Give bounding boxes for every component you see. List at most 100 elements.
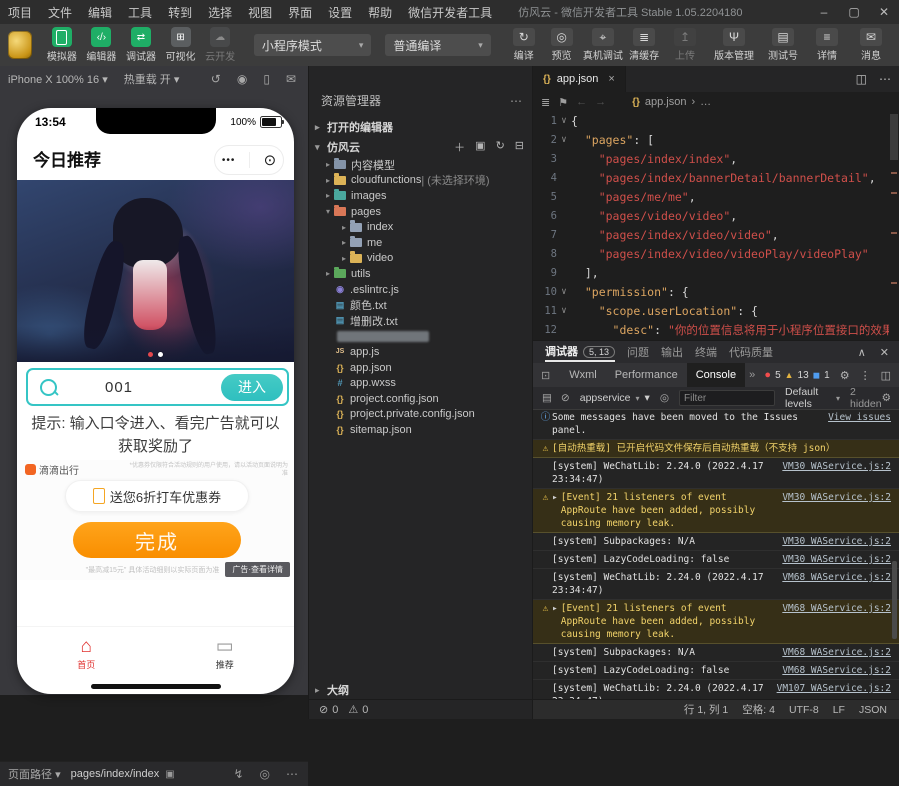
refresh-icon[interactable]: ↻ [496, 139, 505, 155]
language-mode[interactable]: JSON [859, 704, 887, 716]
wechat-capsule[interactable]: ••• ⊙ [214, 145, 284, 175]
remote-debug-button[interactable]: ⌖ 真机调试 [580, 28, 625, 62]
menu-project[interactable]: 项目 [0, 4, 40, 21]
context-dropdown[interactable]: appservice▾▾ [580, 392, 650, 404]
sidebar-toggle-icon[interactable]: ▤ [542, 392, 552, 404]
expand-icon[interactable]: ▸ [552, 602, 558, 615]
source-link[interactable]: VM68 WAService.js:2 [782, 571, 891, 584]
tree-item-project.private.config.json[interactable]: {}project.private.config.json [309, 407, 532, 423]
console-row[interactable]: ⚠[自动热重载] 已开启代码文件保存后自动热重载（不支持 json） [533, 440, 899, 458]
tab-output[interactable]: 输出 [661, 344, 683, 360]
fold-icon[interactable]: ∨ [557, 283, 571, 302]
nav-back-icon[interactable]: ← [576, 96, 587, 108]
tree-item-video[interactable]: ▸video [309, 251, 532, 267]
console-row[interactable]: [system] WeChatLib: 2.24.0 (2022.4.17 23… [533, 569, 899, 600]
minimize-button[interactable]: – [809, 5, 839, 19]
fold-icon[interactable]: ∨ [557, 112, 571, 131]
close-panel-icon[interactable]: ✕ [880, 346, 889, 359]
code-input-value[interactable]: 001 [105, 379, 133, 396]
tree-arrow-icon[interactable]: ▸ [323, 269, 333, 278]
source-link[interactable]: VM30 WAService.js:2 [782, 553, 891, 566]
source-link[interactable]: VM30 WAService.js:2 [782, 535, 891, 548]
console-row[interactable]: [system] Subpackages: N/AVM30 WAService.… [533, 533, 899, 551]
tab-terminal[interactable]: 终端 [695, 344, 717, 360]
simulator-toggle-button[interactable]: 模拟器 [42, 27, 82, 63]
compile-button[interactable]: ↻ 编译 [505, 28, 543, 62]
tree-item-me[interactable]: ▸me [309, 235, 532, 251]
outline-section[interactable]: ▸ 大纲 [309, 681, 532, 699]
tab-code-quality[interactable]: 代码质量 [729, 344, 773, 360]
code-line[interactable]: 8 "pages/index/video/videoPlay/videoPlay… [533, 245, 889, 264]
console-row[interactable]: ⚠▸[Event] 21 listeners of event AppRoute… [533, 489, 899, 533]
fold-icon[interactable]: ∨ [557, 131, 571, 150]
code-line[interactable]: 12 "desc": "你的位置信息将用于小程序位置接口的效果展示" [533, 321, 889, 340]
preview-button[interactable]: ◎ 预览 [543, 28, 581, 62]
coupon-pill[interactable]: 送您6折打车优惠券 [65, 480, 249, 512]
tree-item-index[interactable]: ▸index [309, 219, 532, 235]
tab-home[interactable]: ⌂ 首页 [17, 627, 156, 681]
code-line[interactable]: 10∨ "permission": { [533, 283, 889, 302]
tree-item-app.json[interactable]: {}app.json [309, 360, 532, 376]
device-dropdown[interactable]: iPhone X 100% 16 ▾ [8, 73, 108, 86]
tab-console[interactable]: Console [687, 363, 745, 387]
code-line[interactable]: 11∨ "scope.userLocation": { [533, 302, 889, 321]
source-link[interactable]: VM30 WAService.js:2 [782, 460, 891, 473]
tree-item-images[interactable]: ▸images [309, 188, 532, 204]
code-line[interactable]: 6 "pages/video/video", [533, 207, 889, 226]
filter-input[interactable] [679, 390, 775, 406]
code-line[interactable]: 3 "pages/index/index", [533, 150, 889, 169]
new-file-icon[interactable]: ＋ [454, 139, 465, 155]
tab-wxml[interactable]: Wxml [560, 363, 606, 387]
tree-item-redacted[interactable] [309, 329, 532, 345]
code-line[interactable]: 5 "pages/me/me", [533, 188, 889, 207]
menu-edit[interactable]: 编辑 [80, 4, 120, 21]
problems-status[interactable]: ⊘ 0 ⚠ 0 [309, 699, 532, 719]
console-row[interactable]: [system] LazyCodeLoading: falseVM68 WASe… [533, 662, 899, 680]
debugger-toggle-button[interactable]: ⇄ 调试器 [121, 27, 161, 63]
nav-forward-icon[interactable]: → [595, 96, 606, 108]
version-manage-button[interactable]: Ψ 版本管理 [707, 28, 761, 62]
messages-button[interactable]: ✉ 消息 [849, 28, 893, 62]
device-frame-icon[interactable]: ▯ [263, 72, 270, 86]
encoding[interactable]: UTF-8 [789, 704, 819, 716]
close-target-icon[interactable]: ⊙ [264, 151, 277, 169]
code-line[interactable]: 9 ], [533, 264, 889, 283]
kebab-menu-icon[interactable]: ⋮ [860, 369, 871, 382]
source-link[interactable]: VM107 WAService.js:2 [777, 682, 891, 695]
menu-help[interactable]: 帮助 [360, 4, 400, 21]
tree-item-app.wxss[interactable]: #app.wxss [309, 375, 532, 391]
console-row[interactable]: [system] LazyCodeLoading: falseVM30 WASe… [533, 551, 899, 569]
tree-arrow-icon[interactable]: ▸ [323, 160, 333, 169]
code-line[interactable]: 2∨ "pages": [ [533, 131, 889, 150]
editor-toggle-button[interactable]: ‹/› 编辑器 [82, 27, 122, 63]
rotate-icon[interactable]: ↺ [211, 72, 221, 86]
menu-settings[interactable]: 设置 [320, 4, 360, 21]
tree-arrow-icon[interactable]: ▸ [339, 223, 349, 232]
tree-arrow-icon[interactable]: ▸ [339, 238, 349, 247]
tree-item-sitemap.json[interactable]: {}sitemap.json [309, 422, 532, 438]
source-link[interactable]: View issues [828, 411, 891, 424]
visualization-button[interactable]: ⊞ 可视化 [161, 27, 201, 63]
mode-dropdown[interactable]: 小程序模式 ▾ [254, 34, 371, 56]
tree-item-app.js[interactable]: JSapp.js [309, 344, 532, 360]
page-path-dropdown[interactable]: 页面路径 ▾ [8, 766, 61, 782]
source-link[interactable]: VM68 WAService.js:2 [782, 646, 891, 659]
project-root[interactable]: ▾仿风云 ＋ ▣ ↻ ⊟ [309, 137, 532, 157]
code-line[interactable]: 1∨{ [533, 112, 889, 131]
close-button[interactable]: ✕ [869, 5, 899, 19]
tab-problems[interactable]: 问题 [627, 344, 649, 360]
test-account-button[interactable]: ▤ 测试号 [761, 28, 805, 62]
code-line[interactable]: 4 "pages/index/bannerDetail/bannerDetail… [533, 169, 889, 188]
record-icon[interactable]: ◉ [237, 72, 247, 86]
feedback-icon[interactable]: ✉ [286, 72, 296, 86]
clear-cache-button[interactable]: ≣ 清缓存 [625, 28, 663, 62]
source-link[interactable]: VM30 WAService.js:2 [782, 491, 891, 504]
indent-setting[interactable]: 空格: 4 [742, 702, 775, 717]
close-tab-icon[interactable]: × [608, 73, 614, 85]
eye-icon[interactable]: ◎ [660, 392, 669, 404]
code-area[interactable]: 1∨{2∨ "pages": [3 "pages/index/index",4 … [533, 112, 889, 340]
scrollbar-thumb[interactable] [890, 114, 898, 160]
tree-item-project.config.json[interactable]: {}project.config.json [309, 391, 532, 407]
tree-item-颜色.txt[interactable]: ▤颜色.txt [309, 297, 532, 313]
tree-arrow-icon[interactable]: ▾ [323, 207, 333, 216]
